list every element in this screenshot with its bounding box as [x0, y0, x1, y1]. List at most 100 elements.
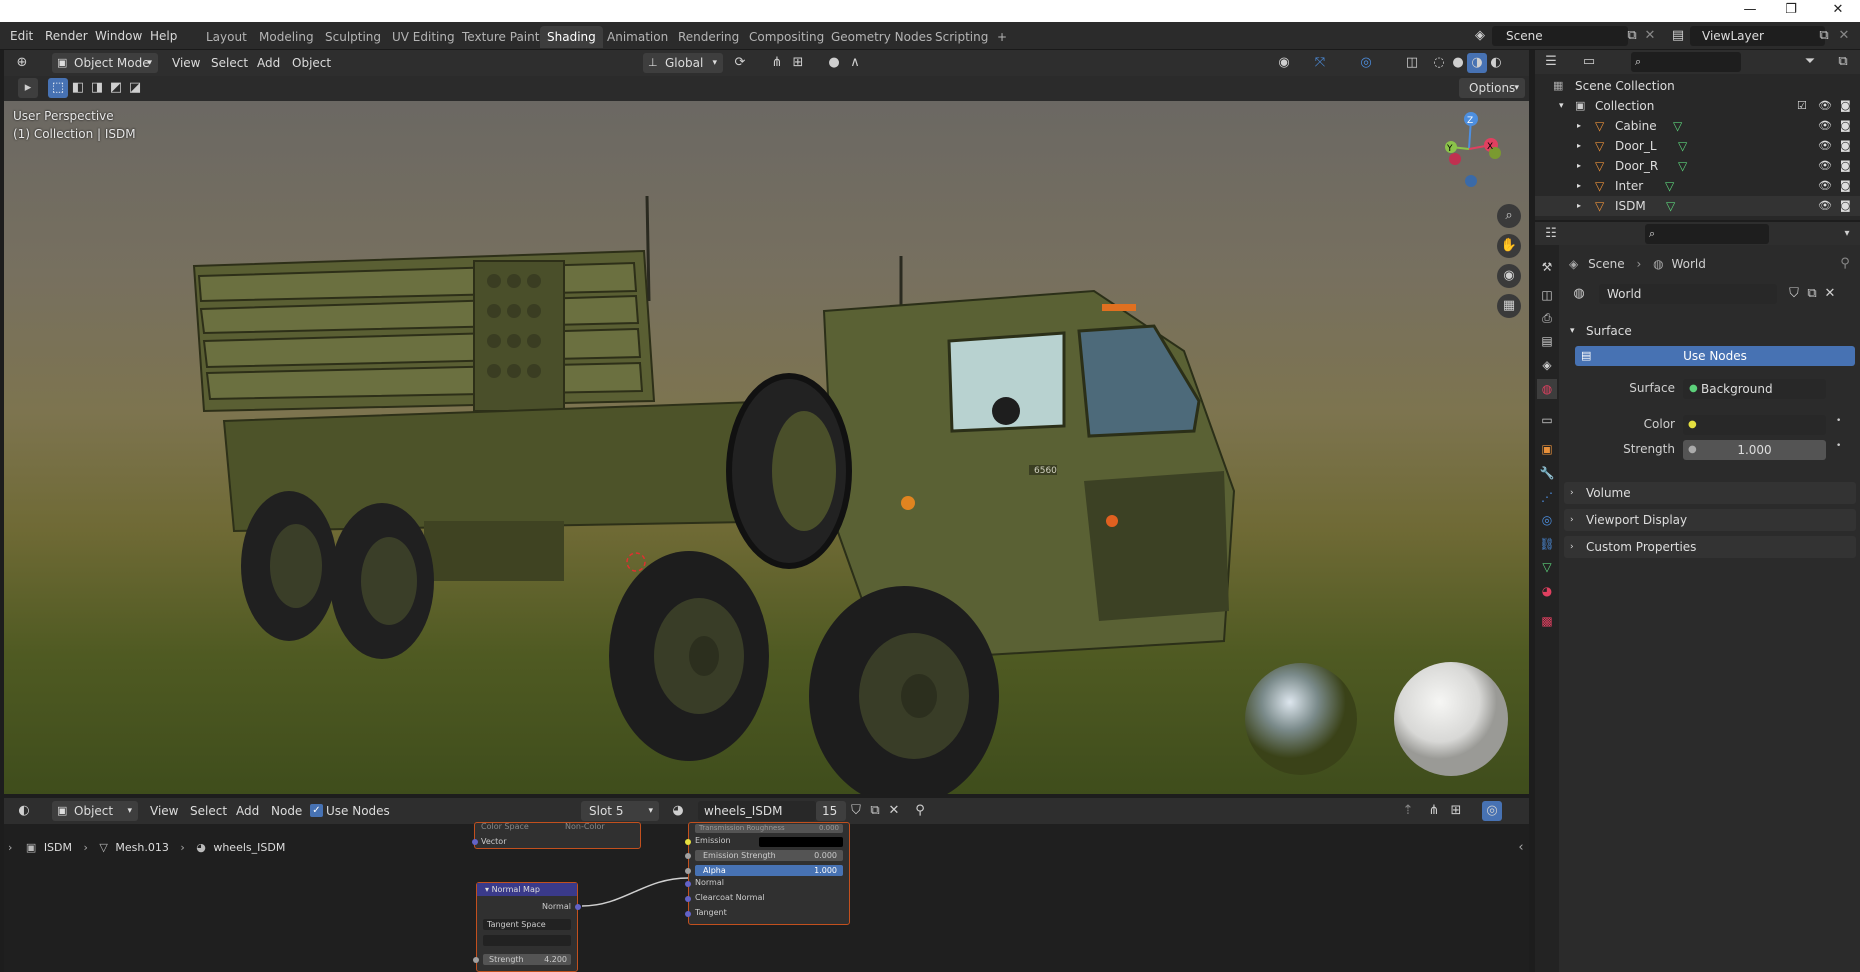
gizmo-toggle-icon[interactable]: ⤧ [1310, 53, 1330, 73]
pan-hand-icon[interactable]: ✋ [1497, 234, 1521, 258]
view-layer-field[interactable]: ViewLayer [1690, 26, 1825, 46]
use-nodes-button[interactable]: ▤ Use Nodes [1575, 346, 1855, 366]
restore-button[interactable]: ❐ [1776, 2, 1806, 17]
socket-emission-strength[interactable] [685, 853, 691, 859]
unlink-icon[interactable]: ✕ [1820, 284, 1840, 304]
perspective-toggle-icon[interactable]: ▦ [1497, 294, 1521, 318]
pin-icon[interactable]: ⚲ [910, 801, 930, 821]
sidebar-toggle-icon[interactable]: ‹ [1511, 838, 1531, 858]
world-browse-icon[interactable]: ◍ [1569, 284, 1589, 304]
alpha-field[interactable]: Alpha 1.000 [695, 865, 843, 876]
camera-icon[interactable]: ◙ [1840, 176, 1851, 196]
outliner-item-cabine[interactable]: ▸ ▽ Cabine ▽ 👁 ◙ [1535, 116, 1860, 136]
color-swatch[interactable] [1701, 417, 1821, 433]
object-tab-icon[interactable]: ▣ [1537, 439, 1557, 459]
emission-strength-field[interactable]: Emission Strength 0.000 [695, 850, 843, 861]
material-users-count[interactable]: 15 [816, 801, 846, 821]
properties-editor-type-icon[interactable]: ☷ [1541, 224, 1561, 244]
material-tab-icon[interactable]: ◕ [1537, 581, 1557, 601]
tab-texture-paint[interactable]: Texture Paint [455, 26, 546, 48]
node-menu-select[interactable]: Select [190, 804, 227, 818]
parent-node-tree-icon[interactable]: ⇡ [1398, 801, 1418, 821]
filter-icon[interactable]: ⏷ [1800, 52, 1820, 72]
transmission-roughness-field[interactable]: Transmission Roughness 0.000 [695, 824, 843, 833]
remove-view-layer-icon[interactable]: ✕ [1834, 26, 1854, 46]
outliner-item-door-r[interactable]: ▸ ▽ Door_R ▽ 👁 ◙ [1535, 156, 1860, 176]
xray-icon[interactable]: ◫ [1402, 53, 1422, 73]
scene-icon[interactable]: ◈ [1470, 26, 1490, 46]
outliner-collection[interactable]: ▾ ▣ Collection ☑ 👁 ◙ [1535, 96, 1860, 116]
socket-alpha[interactable] [685, 868, 691, 874]
tab-uv-editing[interactable]: UV Editing [385, 26, 462, 48]
remove-scene-icon[interactable]: ✕ [1640, 26, 1660, 46]
close-button[interactable]: ✕ [1823, 2, 1853, 17]
socket-normal-in[interactable] [685, 881, 691, 887]
menu-select[interactable]: Select [211, 56, 248, 70]
particles-tab-icon[interactable]: ⋰ [1537, 487, 1557, 507]
snap-target-icon[interactable]: ⊞ [1446, 801, 1466, 821]
unlink-icon[interactable]: ✕ [884, 801, 904, 821]
panel-surface-header[interactable]: ▾ Surface [1564, 320, 1856, 342]
pivot-icon[interactable]: ⟳ [730, 53, 750, 73]
material-shading-icon[interactable]: ◑ [1467, 53, 1487, 73]
scene-tab-icon[interactable]: ◈ [1537, 355, 1557, 375]
select-extend-icon[interactable]: ◧ [68, 78, 88, 98]
shader-editor-type-icon[interactable]: ◐ [14, 801, 34, 821]
select-subtract-icon[interactable]: ◨ [87, 78, 107, 98]
camera-icon[interactable]: ◙ [1840, 196, 1851, 216]
panel-volume-header[interactable]: › Volume [1564, 482, 1856, 504]
principled-bsdf-node[interactable]: Transmission Roughness 0.000 Emission Em… [685, 822, 850, 925]
editor-type-icon[interactable]: ⊕ [12, 53, 32, 73]
chevron-right-icon[interactable]: ▸ [1577, 176, 1581, 196]
tab-rendering[interactable]: Rendering [671, 26, 746, 48]
view-layer-icon[interactable]: ▤ [1668, 26, 1688, 46]
new-scene-icon[interactable]: ⧉ [1622, 26, 1642, 46]
display-mode-icon[interactable]: ☰ [1541, 52, 1561, 72]
wireframe-shading-icon[interactable]: ◌ [1429, 53, 1449, 73]
properties-search[interactable]: ⌕ [1645, 224, 1769, 244]
shader-type-dropdown[interactable]: ▣ Object ▾ [52, 801, 138, 821]
menu-object[interactable]: Object [292, 56, 331, 70]
chevron-right-icon[interactable]: ▸ [1577, 116, 1581, 136]
constraints-tab-icon[interactable]: ⛓ [1537, 534, 1557, 554]
camera-icon[interactable]: ◙ [1840, 156, 1851, 176]
orientation-dropdown[interactable]: ⊥ Global ▾ [643, 53, 723, 73]
color-field[interactable]: ● [1683, 415, 1826, 435]
visibility-icon[interactable]: ◉ [1274, 53, 1294, 73]
3d-viewport[interactable]: 6560 User Perspective (1) Collection | I… [4, 101, 1529, 794]
falloff-icon[interactable]: ∧ [845, 53, 865, 73]
new-collection-icon[interactable]: ⧉ [1833, 52, 1853, 72]
view-layer-tab-icon[interactable]: ▤ [1537, 331, 1557, 351]
snap-icon[interactable]: ⋔ [1424, 801, 1444, 821]
camera-icon[interactable]: ◙ [1840, 116, 1851, 136]
use-nodes-checkbox[interactable]: ✓ [310, 804, 323, 817]
snap-icon[interactable]: ⋔ [767, 53, 787, 73]
outliner-scene-collection[interactable]: ▦ Scene Collection [1535, 76, 1860, 96]
eye-icon[interactable]: 👁 [1818, 136, 1832, 156]
outliner-item-inter[interactable]: ▸ ▽ Inter ▽ 👁 ◙ [1535, 176, 1860, 196]
tab-sculpting[interactable]: Sculpting [318, 26, 388, 48]
emission-color-swatch[interactable] [759, 837, 843, 847]
data-tab-icon[interactable]: ▽ [1537, 557, 1557, 577]
chevron-down-icon[interactable]: ▾ [1837, 224, 1857, 244]
animate-dot-icon[interactable]: • [1836, 441, 1841, 451]
select-box-icon[interactable]: ⬚ [48, 78, 68, 98]
node-menu-view[interactable]: View [150, 804, 178, 818]
tab-layout[interactable]: Layout [199, 26, 254, 48]
options-dropdown[interactable]: Options ▾ [1459, 78, 1525, 98]
object-mode-dropdown[interactable]: Object Mode ▾ ▣ [52, 53, 158, 73]
node-editor-canvas[interactable]: › ▣ ISDM › ▽ Mesh.013 › ◕ wheels_ISDM ‹ … [4, 822, 1531, 972]
eye-icon[interactable]: 👁 [1818, 176, 1832, 196]
tab-compositing[interactable]: Compositing [742, 26, 831, 48]
material-browse-icon[interactable]: ◕ [668, 801, 688, 821]
modifier-tab-icon[interactable]: 🔧 [1537, 463, 1557, 483]
duplicate-icon[interactable]: ⧉ [865, 801, 885, 821]
tab-shading[interactable]: Shading [540, 26, 603, 48]
menu-view[interactable]: View [172, 56, 200, 70]
world-tab-icon[interactable]: ◍ [1537, 379, 1557, 399]
chevron-right-icon[interactable]: ▸ [1577, 196, 1581, 216]
texture-tab-icon[interactable]: ▩ [1537, 611, 1557, 631]
tab-animation[interactable]: Animation [600, 26, 675, 48]
outliner-item-door-l[interactable]: ▸ ▽ Door_L ▽ 👁 ◙ [1535, 136, 1860, 156]
outliner-item-isdm[interactable]: ▸ ▽ ISDM ▽ 👁 ◙ [1535, 196, 1860, 216]
